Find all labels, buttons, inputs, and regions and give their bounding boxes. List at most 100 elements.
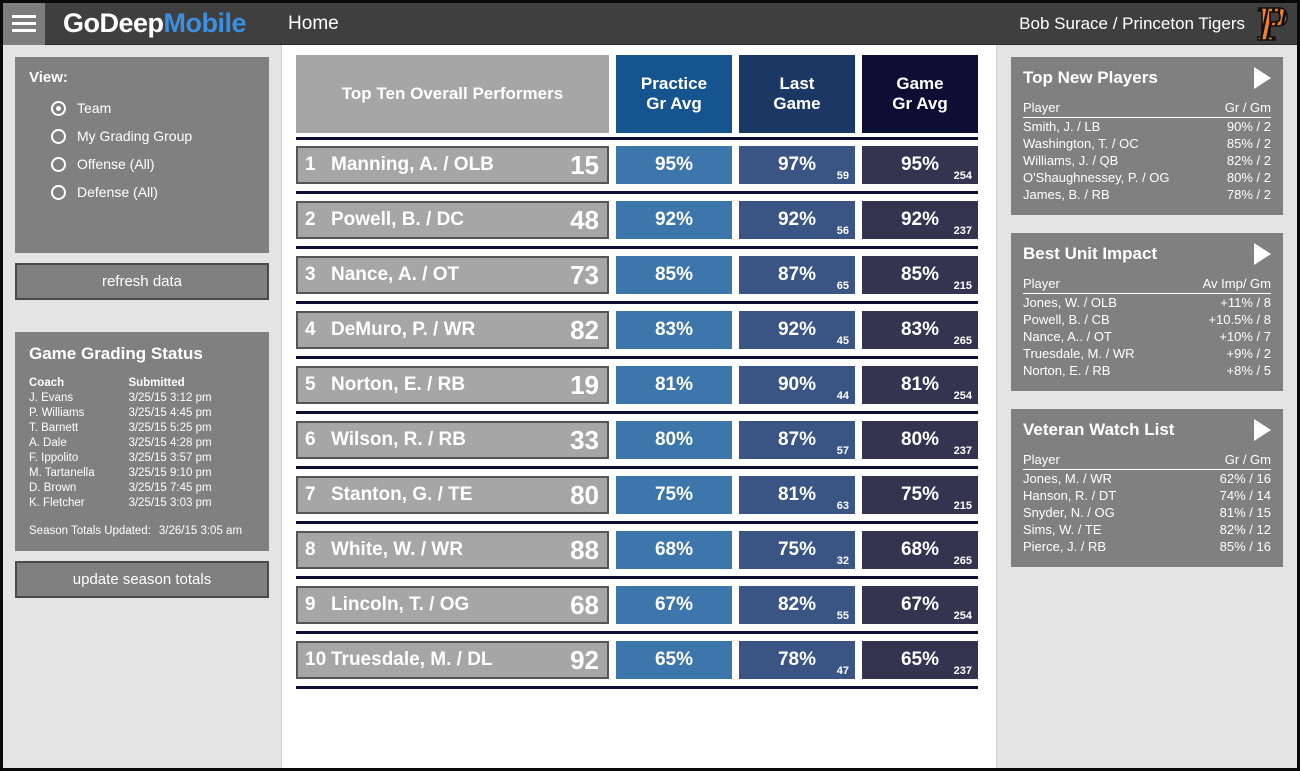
sidebar-player-value: 90% / 2 bbox=[1226, 119, 1271, 134]
sidebar-list-item: James, B. / RB 78% / 2 bbox=[1023, 186, 1271, 203]
player-jersey-number: 68 bbox=[570, 589, 599, 620]
player-name: Norton, E. / RB bbox=[331, 374, 466, 395]
player-name-cell[interactable]: 4 DeMuro, P. / WR 82 bbox=[296, 311, 609, 349]
row-divider bbox=[296, 191, 978, 194]
nav-item-home[interactable]: Home bbox=[288, 13, 339, 35]
sidebar-panel-header: Top New Players bbox=[1023, 67, 1271, 89]
sidebar-player-name: Washington, T. / OC bbox=[1023, 136, 1139, 151]
column-header-practice-gr-avg[interactable]: Practice Gr Avg bbox=[616, 55, 732, 133]
practice-gr-avg-cell[interactable]: 81% bbox=[616, 366, 732, 404]
practice-gr-avg-cell[interactable]: 75% bbox=[616, 476, 732, 514]
view-radio-group[interactable]: Team My Grading Group Offense (All) Defense… bbox=[29, 94, 255, 206]
game-gr-avg-cell[interactable]: 80% 237 bbox=[862, 421, 978, 459]
game-gr-avg-cell[interactable]: 75% 215 bbox=[862, 476, 978, 514]
arrow-right-icon[interactable] bbox=[1254, 243, 1271, 265]
game-gr-avg-cell[interactable]: 67% 254 bbox=[862, 586, 978, 624]
leaderboard-row[interactable]: 5 Norton, E. / RB 19 81% 90% 44 81% 254 bbox=[296, 366, 978, 404]
player-name: Nance, A. / OT bbox=[331, 264, 460, 285]
last-game-cell[interactable]: 78% 47 bbox=[739, 641, 855, 679]
hamburger-menu-icon[interactable] bbox=[3, 3, 45, 45]
sidebar-panel: Best Unit Impact Player Av Imp/ Gm Jones, W… bbox=[1011, 233, 1283, 391]
arrow-right-icon[interactable] bbox=[1254, 67, 1271, 89]
sidebar-list-item: Nance, A.. / OT +10% / 7 bbox=[1023, 328, 1271, 345]
last-game-cell[interactable]: 92% 56 bbox=[739, 201, 855, 239]
update-season-totals-button[interactable]: update season totals bbox=[15, 561, 269, 598]
last-game-cell[interactable]: 92% 45 bbox=[739, 311, 855, 349]
last-game-cell[interactable]: 82% 55 bbox=[739, 586, 855, 624]
player-name: DeMuro, P. / WR bbox=[331, 319, 476, 340]
coach-status-row: F. Ippolito 3/25/15 3:57 pm bbox=[29, 451, 255, 466]
player-name-cell[interactable]: 9 Lincoln, T. / OG 68 bbox=[296, 586, 609, 624]
arrow-right-icon[interactable] bbox=[1254, 419, 1271, 441]
radio-icon[interactable] bbox=[51, 156, 66, 172]
last-game-subvalue: 57 bbox=[836, 445, 849, 457]
practice-gr-avg-value: 67% bbox=[654, 594, 694, 615]
game-gr-avg-cell[interactable]: 81% 254 bbox=[862, 366, 978, 404]
radio-icon[interactable] bbox=[51, 184, 66, 200]
leaderboard-row[interactable]: 9 Lincoln, T. / OG 68 67% 82% 55 67% 254 bbox=[296, 586, 978, 624]
sidebar-player-column-header: Player bbox=[1023, 451, 1183, 470]
leaderboard-row[interactable]: 7 Stanton, G. / TE 80 75% 81% 63 75% 215 bbox=[296, 476, 978, 514]
sidebar-panel: Top New Players Player Gr / Gm Smith, J. / … bbox=[1011, 57, 1283, 215]
game-gr-avg-value: 67% bbox=[900, 594, 940, 615]
player-name-cell[interactable]: 10 Truesdale, M. / DL 92 bbox=[296, 641, 609, 679]
radio-icon[interactable] bbox=[51, 128, 66, 144]
coach-status-row: M. Tartanella 3/25/15 9:10 pm bbox=[29, 466, 255, 481]
refresh-data-button[interactable]: refresh data bbox=[15, 263, 269, 300]
practice-gr-avg-cell[interactable]: 92% bbox=[616, 201, 732, 239]
game-gr-avg-subvalue: 254 bbox=[953, 610, 972, 622]
sidebar-player-name: O'Shaughnessey, P. / OG bbox=[1023, 170, 1170, 185]
player-name-cell[interactable]: 5 Norton, E. / RB 19 bbox=[296, 366, 609, 404]
last-game-cell[interactable]: 87% 57 bbox=[739, 421, 855, 459]
game-gr-avg-cell[interactable]: 85% 215 bbox=[862, 256, 978, 294]
player-name-cell[interactable]: 2 Powell, B. / DC 48 bbox=[296, 201, 609, 239]
practice-gr-avg-cell[interactable]: 85% bbox=[616, 256, 732, 294]
view-option-1[interactable]: My Grading Group bbox=[51, 122, 255, 150]
column-header-last-game[interactable]: Last Game bbox=[739, 55, 855, 133]
leaderboard-row[interactable]: 3 Nance, A. / OT 73 85% 87% 65 85% 215 bbox=[296, 256, 978, 294]
player-name-cell[interactable]: 6 Wilson, R. / RB 33 bbox=[296, 421, 609, 459]
coach-status-row: A. Dale 3/25/15 4:28 pm bbox=[29, 436, 255, 451]
game-gr-avg-cell[interactable]: 83% 265 bbox=[862, 311, 978, 349]
radio-icon[interactable] bbox=[51, 100, 66, 116]
practice-gr-avg-cell[interactable]: 83% bbox=[616, 311, 732, 349]
player-name-cell[interactable]: 3 Nance, A. / OT 73 bbox=[296, 256, 609, 294]
last-game-cell[interactable]: 87% 65 bbox=[739, 256, 855, 294]
player-name-cell[interactable]: 8 White, W. / WR 88 bbox=[296, 531, 609, 569]
player-name-cell[interactable]: 7 Stanton, G. / TE 80 bbox=[296, 476, 609, 514]
last-game-cell[interactable]: 97% 59 bbox=[739, 146, 855, 184]
leaderboard-row[interactable]: 6 Wilson, R. / RB 33 80% 87% 57 80% 237 bbox=[296, 421, 978, 459]
leaderboard-row[interactable]: 2 Powell, B. / DC 48 92% 92% 56 92% 237 bbox=[296, 201, 978, 239]
practice-gr-avg-cell[interactable]: 95% bbox=[616, 146, 732, 184]
practice-gr-avg-cell[interactable]: 80% bbox=[616, 421, 732, 459]
column-header-game-gr-avg[interactable]: Game Gr Avg bbox=[862, 55, 978, 133]
last-game-cell[interactable]: 90% 44 bbox=[739, 366, 855, 404]
game-gr-avg-cell[interactable]: 68% 265 bbox=[862, 531, 978, 569]
view-option-3[interactable]: Defense (All) bbox=[51, 178, 255, 206]
view-option-2[interactable]: Offense (All) bbox=[51, 150, 255, 178]
sidebar-list-item: Snyder, N. / OG 81% / 15 bbox=[1023, 504, 1271, 521]
leaderboard-row[interactable]: 10 Truesdale, M. / DL 92 65% 78% 47 65% 237 bbox=[296, 641, 978, 679]
last-game-cell[interactable]: 75% 32 bbox=[739, 531, 855, 569]
leaderboard-row[interactable]: 4 DeMuro, P. / WR 82 83% 92% 45 83% 265 bbox=[296, 311, 978, 349]
player-rank: 10 bbox=[305, 649, 327, 670]
game-gr-avg-cell[interactable]: 65% 237 bbox=[862, 641, 978, 679]
view-option-label: Offense (All) bbox=[77, 156, 155, 172]
view-panel-title: View: bbox=[29, 69, 68, 86]
practice-gr-avg-value: 81% bbox=[654, 374, 694, 395]
practice-gr-avg-cell[interactable]: 67% bbox=[616, 586, 732, 624]
last-game-cell[interactable]: 81% 63 bbox=[739, 476, 855, 514]
sidebar-player-name: Jones, W. / OLB bbox=[1023, 295, 1117, 310]
leaderboard-row[interactable]: 1 Manning, A. / OLB 15 95% 97% 59 95% 254 bbox=[296, 146, 978, 184]
practice-gr-avg-cell[interactable]: 68% bbox=[616, 531, 732, 569]
game-gr-avg-cell[interactable]: 95% 254 bbox=[862, 146, 978, 184]
practice-gr-avg-cell[interactable]: 65% bbox=[616, 641, 732, 679]
app-brand[interactable]: GoDeepMobile bbox=[63, 8, 247, 39]
coach-table-header: Coach Submitted bbox=[29, 376, 255, 391]
player-name-cell[interactable]: 1 Manning, A. / OLB 15 bbox=[296, 146, 609, 184]
game-gr-avg-subvalue: 215 bbox=[953, 280, 972, 292]
sidebar-player-value: +11% / 8 bbox=[1220, 295, 1271, 310]
game-gr-avg-cell[interactable]: 92% 237 bbox=[862, 201, 978, 239]
leaderboard-row[interactable]: 8 White, W. / WR 88 68% 75% 32 68% 265 bbox=[296, 531, 978, 569]
view-option-0[interactable]: Team bbox=[51, 94, 255, 122]
